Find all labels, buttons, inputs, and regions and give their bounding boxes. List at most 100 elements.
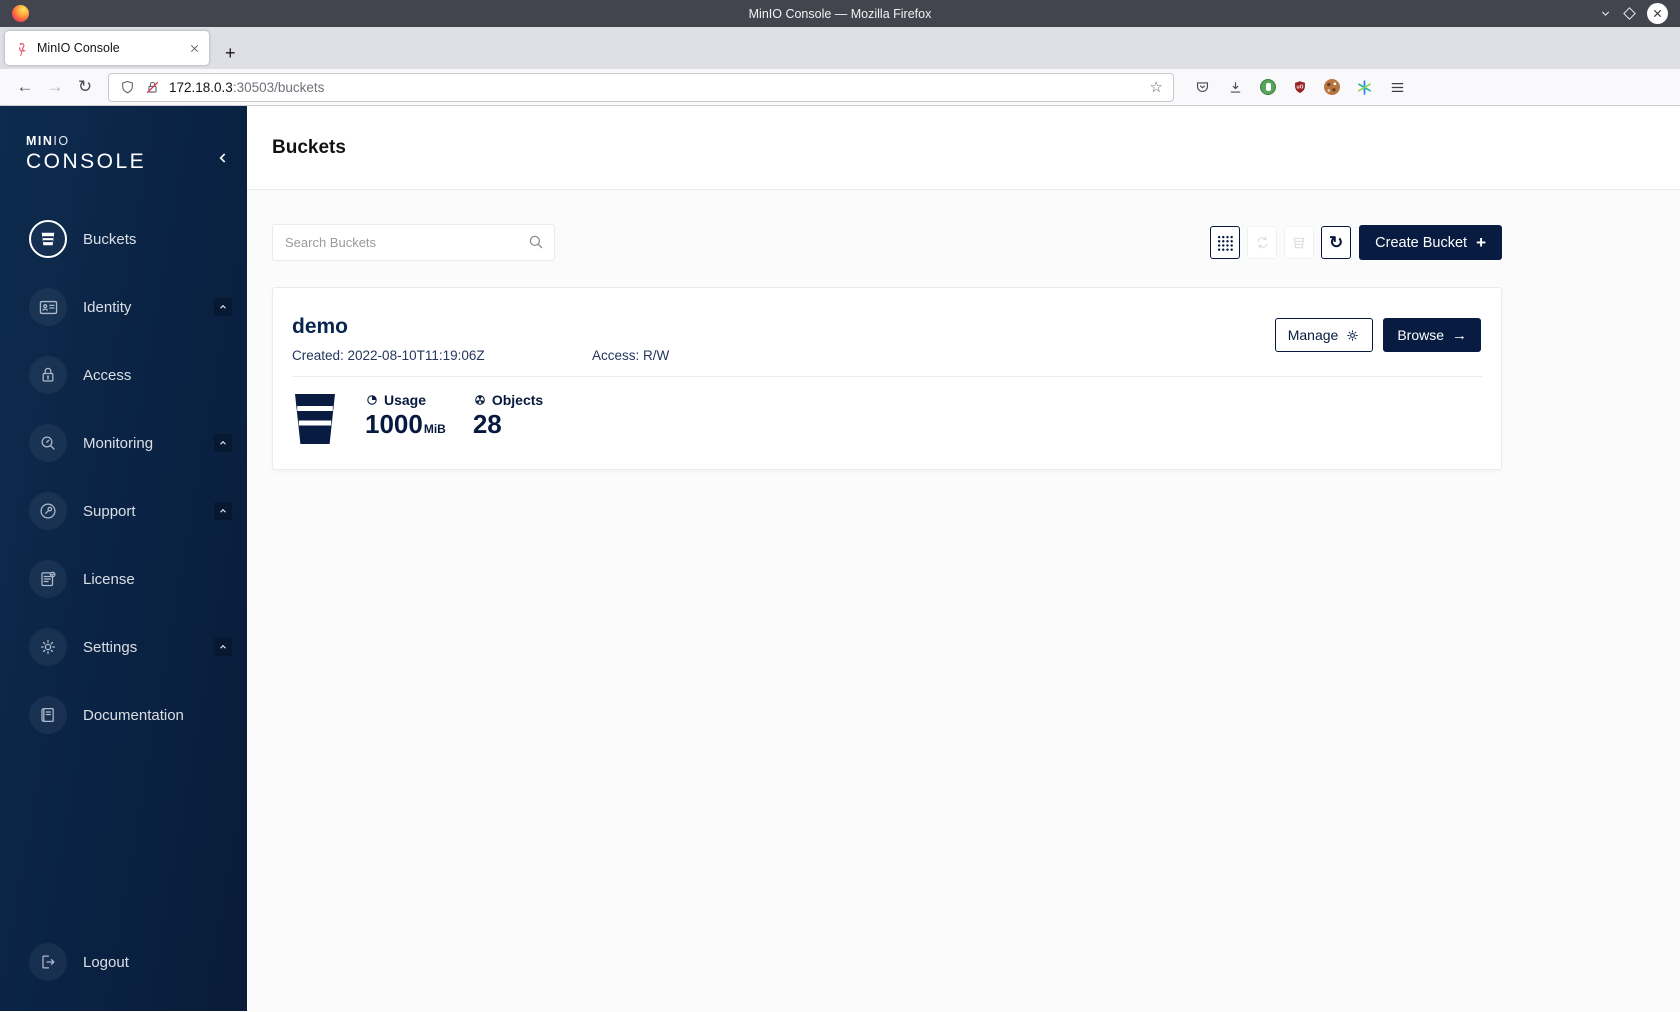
chevron-up-icon[interactable] <box>214 298 232 316</box>
bucket-created: Created: 2022-08-10T11:19:06Z <box>292 348 485 363</box>
url-host: 172.18.0.3 <box>169 79 233 95</box>
sidebar-item-buckets[interactable]: Buckets <box>0 205 247 273</box>
sidebar-item-label: Documentation <box>83 706 184 724</box>
sidebar-item-label: Monitoring <box>83 434 154 452</box>
sidebar-item-monitoring[interactable]: Monitoring <box>0 409 247 477</box>
sidebar-item-label: Buckets <box>83 230 137 248</box>
sidebar-item-label: License <box>83 570 135 588</box>
book-icon <box>29 696 67 734</box>
bucket-access: Access: R/W <box>592 348 670 363</box>
sidebar-item-documentation[interactable]: Documentation <box>0 681 247 749</box>
delete-buckets-button[interactable] <box>1284 226 1315 259</box>
toolbar-extensions: uO <box>1194 79 1406 96</box>
sidebar-item-license[interactable]: License <box>0 545 247 613</box>
arrow-right-icon: → <box>1452 326 1467 344</box>
url-text: 172.18.0.3:30503/buckets <box>169 80 1142 95</box>
sidebar-item-label: Logout <box>83 953 129 971</box>
window-maximize-icon[interactable] <box>1623 7 1636 20</box>
cookie-extension-icon[interactable] <box>1324 79 1340 95</box>
chevron-up-icon[interactable] <box>214 434 232 452</box>
set-replication-button[interactable] <box>1247 226 1278 259</box>
objects-value: 28 <box>472 409 502 439</box>
bucket-large-icon <box>292 392 338 446</box>
main-panel: Buckets Search Buckets ↻ Create Bucket +… <box>247 106 1680 1011</box>
tab-title: MinIO Console <box>37 41 120 55</box>
svg-text:uO: uO <box>1297 84 1304 90</box>
window-title: MinIO Console — Mozilla Firefox <box>748 6 932 21</box>
bucket-card[interactable]: demo Created: 2022-08-10T11:19:06Z Acces… <box>272 287 1502 470</box>
flamingo-favicon <box>19 42 27 56</box>
objects-stat: Objects 28 <box>473 392 543 439</box>
gear-icon <box>29 628 67 666</box>
back-button[interactable]: ← <box>10 73 40 101</box>
grid-dots-icon <box>1217 234 1234 251</box>
sidebar-item-identity[interactable]: Identity <box>0 273 247 341</box>
browser-toolbar: ← → ↻ 172.18.0.3:30503/buckets ☆ uO <box>0 69 1680 106</box>
id-card-icon <box>29 288 67 326</box>
monitoring-magnifier-icon <box>29 424 67 462</box>
sidebar-item-label: Settings <box>83 638 138 656</box>
menu-hamburger-icon[interactable] <box>1389 79 1406 96</box>
sidebar-item-label: Access <box>83 366 132 384</box>
reload-button[interactable]: ↻ <box>70 73 100 101</box>
lock-icon <box>29 356 67 394</box>
license-document-icon <box>29 560 67 598</box>
logout-icon <box>29 943 67 981</box>
multi-select-grid-button[interactable] <box>1210 226 1241 259</box>
ublock-origin-icon[interactable]: uO <box>1292 79 1308 96</box>
privacy-extension-icon[interactable] <box>1260 79 1276 95</box>
url-bar[interactable]: 172.18.0.3:30503/buckets ☆ <box>108 72 1174 102</box>
objects-label: Objects <box>491 392 544 408</box>
insecure-lock-icon[interactable] <box>144 79 161 96</box>
bucket-small-icon <box>1293 237 1305 248</box>
app-frame: MINIO CONSOLE Buckets Identity Access Mo… <box>0 106 1680 1011</box>
manage-bucket-button[interactable]: Manage <box>1274 318 1374 352</box>
search-box <box>272 224 555 261</box>
bucket-card-actions: Manage Browse → <box>1274 318 1481 352</box>
tab-strip: MinIO Console + <box>0 27 1680 69</box>
usage-unit: MiB <box>423 422 446 436</box>
sidebar-item-access[interactable]: Access <box>0 341 247 409</box>
pocket-icon[interactable] <box>1194 79 1211 96</box>
chevron-up-icon[interactable] <box>214 502 232 520</box>
multi-account-extension-icon[interactable] <box>1356 79 1373 96</box>
sidebar: MINIO CONSOLE Buckets Identity Access Mo… <box>0 106 247 1011</box>
page-content: ↻ Create Bucket + demo Created: 2022-08-… <box>247 190 1680 470</box>
sidebar-item-logout[interactable]: Logout <box>0 928 247 996</box>
manage-gear-icon <box>1347 329 1359 341</box>
tab-close-icon[interactable] <box>189 43 200 54</box>
actions-row: ↻ Create Bucket + <box>272 224 1502 261</box>
new-tab-button[interactable]: + <box>225 44 236 62</box>
minio-console-logo: MINIO CONSOLE <box>26 134 147 173</box>
usage-pie-icon <box>367 395 377 405</box>
search-icon <box>527 233 545 251</box>
bookmark-star-icon[interactable]: ☆ <box>1150 78 1163 96</box>
forward-button[interactable]: → <box>40 73 70 101</box>
window-close-icon[interactable] <box>1647 3 1668 24</box>
sidebar-item-support[interactable]: Support <box>0 477 247 545</box>
screen: MinIO Console — Mozilla Firefox MinIO Co… <box>0 0 1680 1012</box>
window-titlebar: MinIO Console — Mozilla Firefox <box>0 0 1680 27</box>
downloads-icon[interactable] <box>1227 79 1244 96</box>
sidebar-collapse-icon[interactable] <box>215 150 231 166</box>
refresh-icon: ↻ <box>1329 233 1344 252</box>
page-header: Buckets <box>247 106 1680 190</box>
chevron-up-icon[interactable] <box>214 638 232 656</box>
sidebar-item-settings[interactable]: Settings <box>0 613 247 681</box>
sidebar-item-label: Identity <box>83 298 132 316</box>
tab-minio-console[interactable]: MinIO Console <box>5 31 209 65</box>
search-input[interactable] <box>272 224 555 261</box>
usage-stat: Usage 1000 MiB <box>365 392 446 439</box>
objects-icon <box>475 395 485 405</box>
tracking-shield-icon[interactable] <box>119 79 136 96</box>
browse-bucket-button[interactable]: Browse → <box>1383 318 1481 352</box>
support-wrench-icon <box>29 492 67 530</box>
url-path: :30503/buckets <box>232 79 325 95</box>
sync-arrows-icon <box>1257 236 1268 249</box>
sidebar-item-label: Support <box>83 502 136 520</box>
window-minimize-icon[interactable] <box>1599 7 1612 20</box>
usage-value: 1000 <box>365 409 423 439</box>
sidebar-menu: Buckets Identity Access Monitoring Suppo… <box>0 205 247 749</box>
refresh-buckets-button[interactable]: ↻ <box>1321 226 1352 259</box>
create-bucket-button[interactable]: Create Bucket + <box>1359 225 1502 260</box>
